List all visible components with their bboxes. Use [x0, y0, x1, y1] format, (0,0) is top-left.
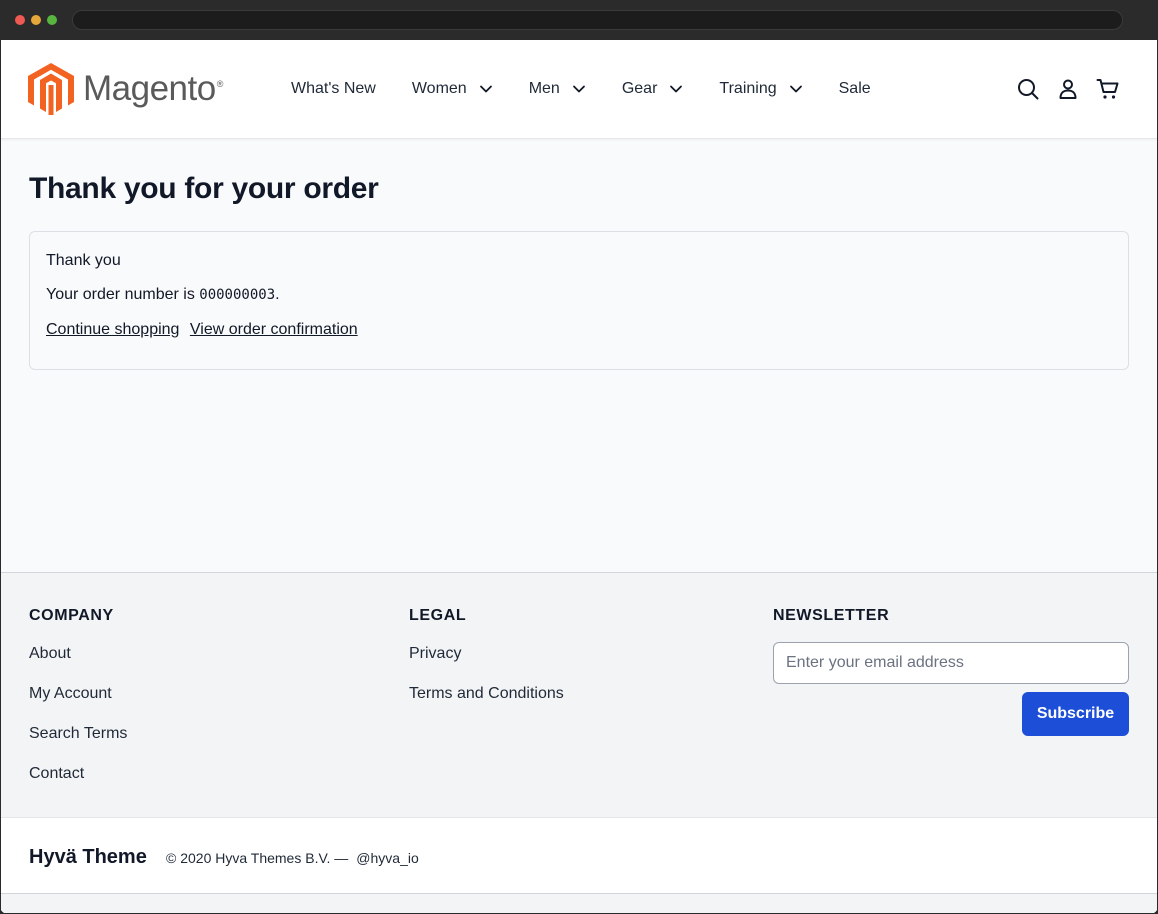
thank-you-text: Thank you	[46, 252, 121, 269]
logo-wordmark: Magento®	[83, 69, 223, 108]
continue-shopping-link[interactable]: Continue shopping	[46, 321, 179, 338]
chevron-down-icon	[789, 85, 802, 93]
browser-window: Magento® What's New Women Men Gear Train…	[0, 0, 1158, 914]
footer-company-title: COMPANY	[29, 607, 114, 624]
nav-item-whats-new[interactable]: What's New	[291, 80, 376, 98]
title-bar	[0, 0, 1158, 40]
footer-legal-title: LEGAL	[409, 607, 467, 624]
page-title: Thank you for your order	[29, 172, 379, 205]
nav-item-label: What's New	[291, 80, 376, 97]
chevron-down-icon	[479, 85, 492, 93]
nav-item-label: Women	[411, 80, 467, 97]
nav-item-label: Sale	[838, 80, 871, 97]
footer-link-about[interactable]: About	[29, 645, 71, 663]
nav-item-label: Men	[528, 80, 560, 97]
footer-bottom-bar: Hyvä Theme © 2020 Hyva Themes B.V. — @hyv…	[1, 817, 1157, 894]
nav-item-training[interactable]: Training	[719, 80, 802, 98]
footer-newsletter-title: NEWSLETTER	[773, 607, 890, 624]
footer-link-terms[interactable]: Terms and Conditions	[409, 685, 564, 703]
search-icon[interactable]	[1016, 77, 1040, 101]
main-navigation: What's New Women Men Gear Training Sale	[291, 78, 907, 100]
minimize-window-button[interactable]	[31, 15, 41, 25]
footer-brand: Hyvä Theme	[29, 846, 147, 868]
site-footer: COMPANY About My Account Search Terms Co…	[1, 572, 1157, 818]
subscribe-button[interactable]: Subscribe	[1022, 692, 1129, 736]
nav-item-label: Training	[719, 80, 777, 97]
view-order-confirmation-link[interactable]: View order confirmation	[190, 321, 358, 338]
nav-item-men[interactable]: Men	[529, 80, 586, 98]
footer-link-contact[interactable]: Contact	[29, 765, 84, 783]
chevron-down-icon	[670, 85, 683, 93]
order-number-text: Your order number is 000000003.	[46, 286, 280, 303]
chevron-down-icon	[572, 85, 585, 93]
magento-logo-icon	[28, 63, 74, 115]
page-viewport: Magento® What's New Women Men Gear Train…	[1, 40, 1157, 913]
nav-item-gear[interactable]: Gear	[622, 80, 684, 98]
header-actions	[1016, 77, 1120, 101]
copyright-text: © 2020 Hyva Themes B.V. — @hyva_io	[166, 850, 419, 866]
nav-item-women[interactable]: Women	[412, 80, 493, 98]
order-number: 000000003	[199, 287, 276, 303]
cart-icon[interactable]	[1096, 77, 1120, 101]
order-success-panel: Thank you Your order number is 000000003…	[29, 231, 1129, 370]
maximize-window-button[interactable]	[47, 15, 57, 25]
user-icon[interactable]	[1056, 77, 1080, 101]
footer-link-privacy[interactable]: Privacy	[409, 645, 461, 663]
footer-link-my-account[interactable]: My Account	[29, 685, 112, 703]
order-actions: Continue shopping View order confirmatio…	[46, 321, 364, 339]
newsletter-email-input[interactable]	[773, 642, 1129, 684]
address-bar[interactable]	[72, 10, 1123, 30]
page-bottom-spacer	[1, 894, 1157, 913]
site-header: Magento® What's New Women Men Gear Train…	[1, 40, 1157, 139]
footer-link-search-terms[interactable]: Search Terms	[29, 725, 127, 743]
nav-item-label: Gear	[621, 80, 658, 97]
site-logo[interactable]: Magento®	[28, 62, 223, 116]
close-window-button[interactable]	[15, 15, 25, 25]
nav-item-sale[interactable]: Sale	[839, 80, 871, 98]
twitter-handle-link[interactable]: @hyva_io	[356, 850, 418, 866]
